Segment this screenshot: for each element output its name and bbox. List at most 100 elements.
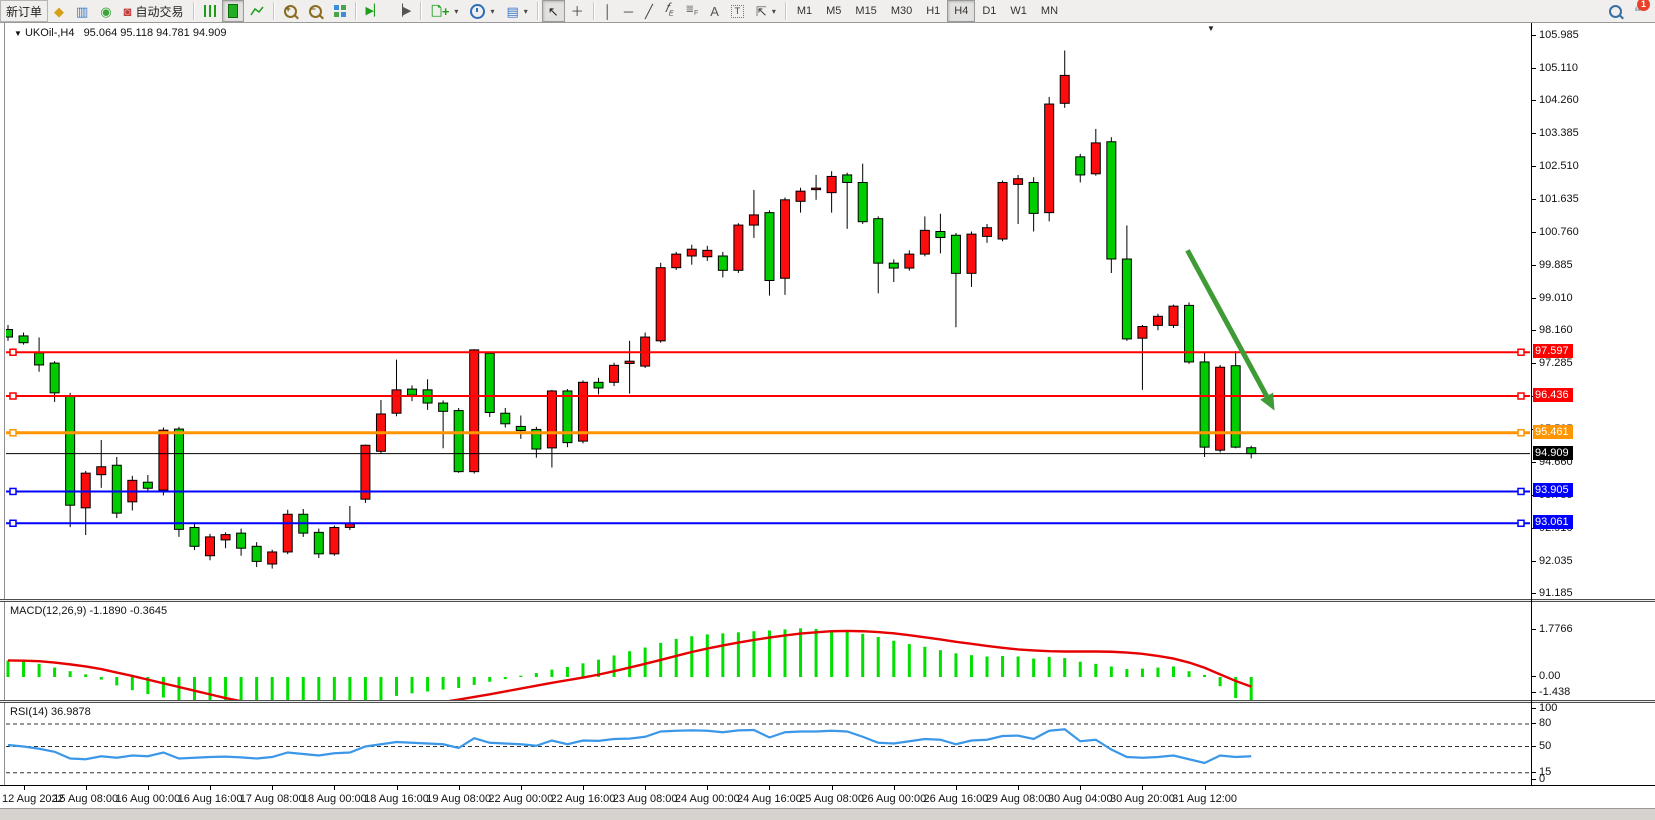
candle[interactable] [625, 341, 634, 394]
timeframe-button-m30[interactable]: M30 [884, 0, 919, 22]
horizontal-level-line[interactable] [6, 349, 1530, 355]
candle[interactable] [206, 534, 215, 560]
candle[interactable] [174, 427, 183, 537]
candle[interactable] [1029, 177, 1038, 231]
macd-pane[interactable] [6, 602, 1530, 700]
horizontal-level-line[interactable] [6, 488, 1530, 494]
collapse-icon[interactable]: ▼ [14, 29, 22, 38]
candle[interactable] [485, 351, 494, 417]
candle[interactable] [547, 390, 556, 468]
text-label-tool-button[interactable]: T [725, 0, 750, 22]
candle[interactable] [1107, 137, 1116, 273]
tile-windows-button[interactable] [328, 0, 352, 22]
candle[interactable] [19, 333, 28, 345]
chart-shift-button[interactable]: ▕▶ [388, 0, 417, 22]
candle[interactable] [516, 415, 525, 438]
auto-scroll-button[interactable]: ▶▏ [360, 0, 389, 22]
candle[interactable] [563, 389, 572, 447]
candle[interactable] [439, 400, 448, 448]
chart-shift-marker[interactable]: ▼ [1207, 24, 1215, 33]
candle[interactable] [594, 378, 603, 395]
vertical-line-tool-button[interactable]: │ [598, 0, 618, 22]
channel-tool-button[interactable]: 𝑓E [659, 0, 680, 22]
candle[interactable] [672, 252, 681, 270]
notifications-button[interactable]: ❝ 1 [1628, 0, 1647, 22]
fibonacci-tool-button[interactable]: ≣F [680, 0, 705, 22]
timeframe-button-m15[interactable]: M15 [848, 0, 883, 22]
candle[interactable] [252, 542, 261, 567]
candle[interactable] [345, 506, 354, 530]
candle[interactable] [268, 550, 277, 569]
crosshair-tool-button[interactable]: ＋ [565, 0, 590, 22]
candle[interactable] [1091, 129, 1100, 176]
candle[interactable] [998, 181, 1007, 242]
candle[interactable] [983, 224, 992, 243]
timeframe-button-d1[interactable]: D1 [975, 0, 1003, 22]
candle[interactable] [1122, 225, 1131, 340]
candle[interactable] [314, 529, 323, 558]
candle[interactable] [703, 246, 712, 261]
candle[interactable] [128, 476, 137, 511]
horizontal-level-line[interactable] [6, 520, 1530, 526]
candle[interactable] [6, 325, 13, 341]
candle[interactable] [641, 333, 650, 368]
autotrade-button[interactable]: ◙ 自动交易 [118, 0, 190, 22]
templates-button[interactable]: ▤▾ [500, 0, 533, 22]
bar-chart-button[interactable] [198, 0, 222, 22]
timeframe-button-m5[interactable]: M5 [819, 0, 848, 22]
candle[interactable] [454, 408, 463, 473]
candle[interactable] [81, 471, 90, 535]
candle[interactable] [951, 233, 960, 327]
arrows-tool-button[interactable]: ⇱▾ [750, 0, 782, 22]
candle[interactable] [1138, 325, 1147, 390]
candle[interactable] [237, 529, 246, 556]
candle[interactable] [687, 245, 696, 265]
candle[interactable] [781, 198, 790, 295]
horizontal-level-line[interactable] [6, 393, 1530, 399]
candle[interactable] [392, 360, 401, 417]
horizontal-level-line[interactable] [6, 430, 1530, 436]
horizontal-line-tool-button[interactable]: ─ [618, 0, 639, 22]
candle[interactable] [920, 216, 929, 256]
rsi-pane[interactable] [6, 703, 1530, 785]
candle[interactable] [1216, 365, 1225, 452]
periods-button[interactable]: ▾ [464, 0, 500, 22]
candle[interactable] [1045, 97, 1054, 221]
candle[interactable] [143, 475, 152, 492]
timeframe-button-h4[interactable]: H4 [947, 0, 975, 22]
candle[interactable] [66, 393, 75, 527]
price-axis[interactable]: 105.985105.110104.260103.385102.510101.6… [1532, 23, 1655, 599]
candle[interactable] [1076, 154, 1085, 183]
candle[interactable] [376, 400, 385, 454]
order-document-button[interactable]: ◆ [48, 0, 70, 22]
rsi-axis[interactable]: 1008050150 [1532, 703, 1655, 785]
market-watch-button[interactable]: ▥ [70, 0, 94, 22]
timeframe-button-h1[interactable]: H1 [919, 0, 947, 22]
add-indicator-button[interactable]: 🗋+▾ [425, 0, 464, 22]
candle[interactable] [656, 263, 665, 343]
time-axis[interactable]: 12 Aug 202215 Aug 08:0016 Aug 00:0016 Au… [0, 785, 1655, 809]
candle[interactable] [283, 510, 292, 554]
candle[interactable] [423, 379, 432, 410]
candle[interactable] [1014, 175, 1023, 224]
candle[interactable] [905, 250, 914, 270]
candlestick-chart-button[interactable] [222, 0, 244, 22]
candle[interactable] [221, 532, 230, 548]
candle[interactable] [796, 188, 805, 213]
candle[interactable] [112, 457, 121, 518]
candle[interactable] [501, 408, 510, 428]
candle[interactable] [1200, 351, 1209, 457]
candle[interactable] [97, 440, 106, 488]
timeframe-button-mn[interactable]: MN [1034, 0, 1065, 22]
candle[interactable] [190, 524, 199, 550]
signals-button[interactable]: ◉ [94, 0, 117, 22]
candle[interactable] [827, 171, 836, 212]
candle[interactable] [1169, 305, 1178, 328]
cursor-tool-button[interactable]: ↖ [542, 0, 565, 22]
candle[interactable] [874, 216, 883, 293]
candle[interactable] [1153, 314, 1162, 331]
candle[interactable] [470, 349, 479, 473]
candle[interactable] [812, 175, 821, 200]
candle[interactable] [843, 173, 852, 229]
candle[interactable] [330, 526, 339, 556]
